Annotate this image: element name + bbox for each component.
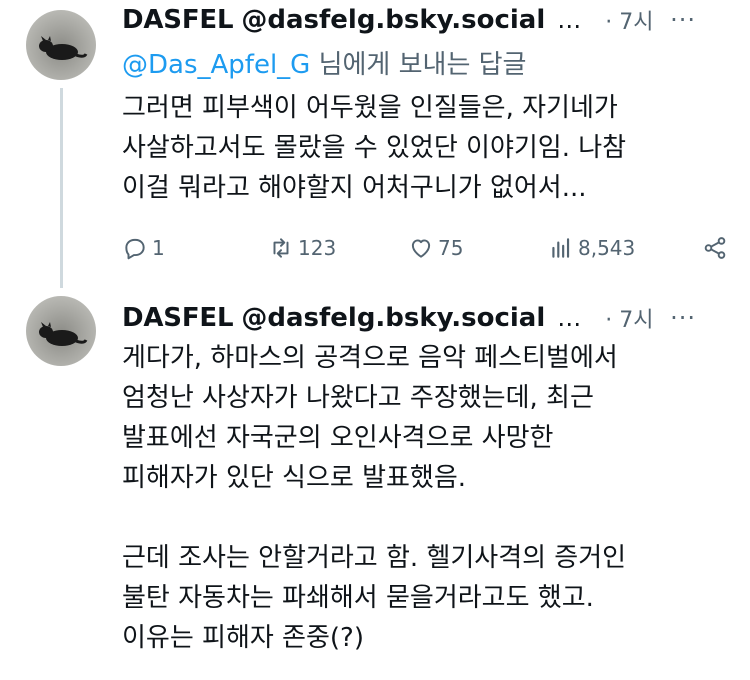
reply-icon: [125, 238, 145, 260]
reply-count: 1: [152, 236, 165, 260]
author-handle[interactable]: @dasfelg.bsky.social: [241, 303, 545, 333]
cat-photo-icon: [39, 322, 88, 346]
tweet-line: 발표에선 자국군의 오인사격으로 사망한: [122, 423, 554, 453]
author-handle[interactable]: @dasfelg.bsky.social: [241, 5, 545, 35]
like-icon: [411, 239, 431, 258]
more-options-icon[interactable]: ···: [670, 304, 696, 332]
handle-ellipsis: …: [557, 6, 582, 34]
cat-photo-icon: [39, 36, 88, 60]
reply-to-line: @Das_Apfel_G 님에게 보내는 답글: [122, 44, 526, 81]
views-count: 8,543: [578, 236, 636, 260]
tweet-line: 피해자가 있단 식으로 발표했음.: [122, 463, 467, 493]
tweet-line: 게다가, 하마스의 공격으로 음악 페스티벌에서: [122, 343, 618, 373]
avatar[interactable]: [26, 296, 96, 366]
tweet-line: 불탄 자동차는 파쇄해서 묻을거라고도 했고.: [122, 583, 594, 613]
reply-to-mention[interactable]: @Das_Apfel_G: [122, 50, 310, 80]
tweet-text: 그러면 피부색이 어두웠을 인질들은, 자기네가 사살하고서도 몰랐을 수 있었…: [122, 88, 730, 208]
views-icon: [552, 238, 570, 258]
action-bar: 1 123 75 8,543: [122, 230, 728, 266]
more-options-icon[interactable]: ···: [670, 6, 696, 34]
repost-count: 123: [298, 236, 337, 260]
thread-line: [60, 88, 63, 288]
tweet-text: 게다가, 하마스의 공격으로 음악 페스티벌에서 엄청난 사상자가 나왔다고 주…: [122, 338, 730, 658]
reply-to-suffix: 님에게 보내는 답글: [310, 50, 527, 80]
tweet-line: 사살하고서도 몰랐을 수 있었단 이야기임. 나참: [122, 133, 627, 163]
like-count: 75: [438, 236, 464, 260]
repost-icon: [273, 238, 289, 258]
tweet-line: [122, 498, 730, 538]
timestamp[interactable]: · 7시: [605, 302, 653, 334]
avatar[interactable]: [26, 10, 96, 80]
author-name[interactable]: DASFEL: [122, 5, 234, 35]
handle-ellipsis: …: [557, 304, 582, 332]
reply-button[interactable]: 1: [122, 235, 268, 261]
tweet-line: 엄청난 사상자가 나왔다고 주장했는데, 최근: [122, 383, 594, 413]
share-button[interactable]: [702, 235, 728, 261]
tweet-line: 이유는 피해자 존중(?): [122, 623, 364, 653]
share-icon: [704, 237, 726, 259]
author-name[interactable]: DASFEL: [122, 303, 234, 333]
tweet-line: 근데 조사는 안할거라고 함. 헬기사격의 증거인: [122, 543, 627, 573]
like-button[interactable]: 75: [408, 235, 548, 261]
tweet-line: 그러면 피부색이 어두웠을 인질들은, 자기네가: [122, 93, 618, 123]
tweet-line: 이걸 뭐라고 해야할지 어처구니가 없어서...: [122, 173, 587, 203]
views-button[interactable]: 8,543: [548, 235, 678, 261]
tweet-header: DASFEL @dasfelg.bsky.social … · 7시 ···: [122, 298, 726, 338]
repost-button[interactable]: 123: [268, 235, 408, 261]
timestamp[interactable]: · 7시: [605, 4, 653, 36]
tweet-header: DASFEL @dasfelg.bsky.social … · 7시 ···: [122, 0, 726, 40]
